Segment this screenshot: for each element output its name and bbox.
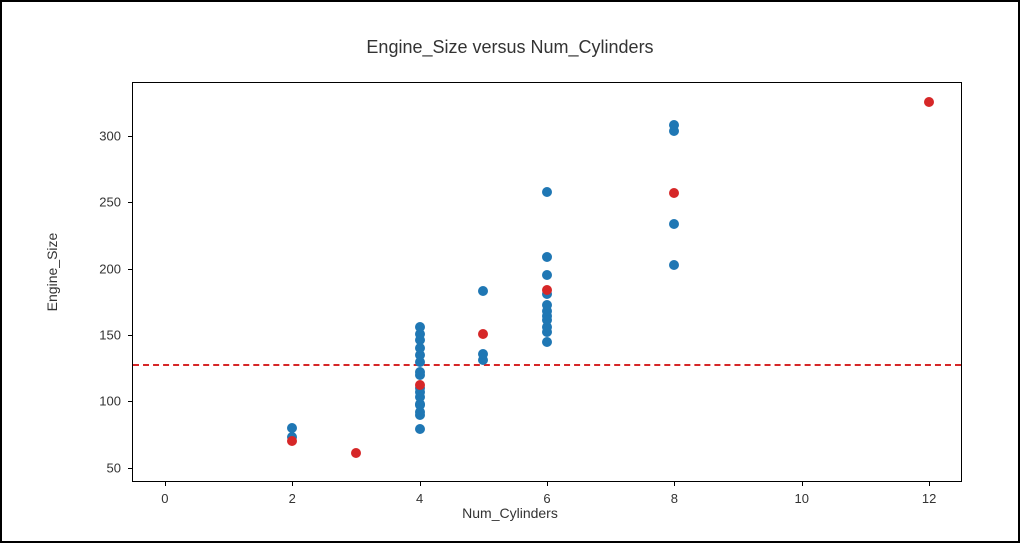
x-tick-label: 6 [543,491,550,506]
x-tick-label: 2 [289,491,296,506]
x-tick-label: 8 [671,491,678,506]
data-point [415,424,425,434]
data-point [478,349,488,359]
x-tick-label: 4 [416,491,423,506]
data-point [415,322,425,332]
data-point [351,448,361,458]
x-tick-label: 10 [795,491,809,506]
data-point [478,286,488,296]
data-point [287,423,297,433]
y-tick-label: 250 [99,195,121,210]
data-point [542,270,552,280]
y-axis-label: Engine_Size [44,232,60,311]
chart-title: Engine_Size versus Num_Cylinders [366,37,653,58]
x-tick-label: 12 [922,491,936,506]
data-point [287,436,297,446]
data-point [478,329,488,339]
data-point [415,367,425,377]
x-tick-label: 0 [161,491,168,506]
data-point [924,97,934,107]
data-point [669,120,679,130]
chart-container: Engine_Size versus Num_Cylinders Engine_… [0,0,1020,543]
mean-line [133,364,961,366]
data-point [415,380,425,390]
data-point [669,188,679,198]
data-point [669,260,679,270]
y-tick-label: 200 [99,261,121,276]
plot-area: 02468101250100150200250300 [132,82,962,482]
data-point [542,187,552,197]
y-tick-label: 300 [99,129,121,144]
data-point [542,337,552,347]
x-axis-label: Num_Cylinders [462,505,558,521]
data-point [542,300,552,310]
y-tick-label: 100 [99,394,121,409]
y-tick-label: 150 [99,328,121,343]
y-tick-label: 50 [107,460,121,475]
data-point [669,219,679,229]
data-point [542,252,552,262]
data-point [542,285,552,295]
